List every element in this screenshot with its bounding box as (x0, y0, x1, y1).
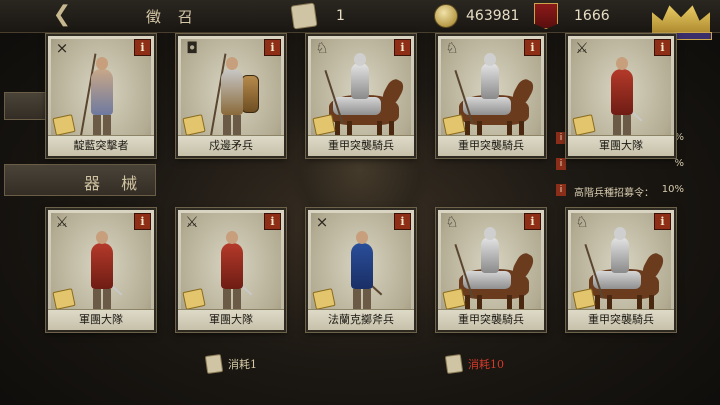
info-row: i 高階兵種招募令： 10% (556, 182, 690, 199)
cavalry-icon: ♘ (445, 213, 459, 231)
info-button[interactable]: i (524, 213, 541, 230)
info-button[interactable]: i (264, 213, 281, 230)
unit-name: 重甲突襲騎兵 (308, 135, 414, 156)
chevron-left-icon: ❮ (52, 2, 72, 27)
unit-card[interactable]: ⨯ i 法蘭克擲斧兵 (306, 208, 416, 332)
unit-card[interactable]: ♘ i 重甲突襲騎兵 (436, 34, 546, 158)
info-icon[interactable]: i (556, 184, 566, 196)
scroll-icon (290, 2, 318, 30)
gold-amount: 463981 (466, 8, 520, 24)
info-button[interactable]: i (524, 39, 541, 56)
honor-counter: 1666 (534, 3, 610, 29)
scroll-icon (444, 353, 464, 375)
banner-icon (534, 3, 558, 29)
crossbow-icon: ⨯ (315, 213, 329, 231)
cost-ten-label: 消耗10 (468, 358, 504, 371)
info-button[interactable]: i (264, 39, 281, 56)
unit-name: 戍邊矛兵 (178, 135, 284, 156)
info-button[interactable]: i (394, 39, 411, 56)
gold-counter: 463981 (434, 4, 519, 28)
page-title: 徵 召 (146, 8, 199, 26)
scroll-icon (204, 353, 224, 375)
unit-name: 軍團大隊 (568, 135, 674, 156)
info-icon[interactable]: i (556, 132, 566, 144)
info-row: i % (556, 156, 690, 172)
crossed-swords-icon: ⚔ (185, 213, 199, 231)
cost-ten: 消耗10 (444, 352, 504, 376)
scroll-counter: 1 (290, 2, 345, 30)
back-button[interactable]: ❮ (44, 4, 80, 28)
unit-card[interactable]: ♘ i 重甲突襲騎兵 (566, 208, 676, 332)
info-button[interactable]: i (134, 39, 151, 56)
unit-card[interactable]: ♘ i 重甲突襲騎兵 (306, 34, 416, 158)
shield-icon: ◘ (186, 39, 198, 57)
honor-amount: 1666 (574, 8, 610, 24)
crossed-swords-icon: ⚔ (55, 213, 69, 231)
cost-single: 消耗1 (204, 352, 257, 376)
scroll-count: 1 (336, 8, 345, 24)
info-button[interactable]: i (394, 213, 411, 230)
unit-card[interactable]: ⚔ i 軍團大隊 (46, 208, 156, 332)
info-button[interactable]: i (654, 213, 671, 230)
unit-name: 重甲突襲騎兵 (438, 135, 544, 156)
unit-name: 靛藍突擊者 (48, 135, 154, 156)
unit-name: 重甲突襲騎兵 (438, 309, 544, 330)
crossbow-icon: ⨯ (55, 39, 69, 57)
info-button[interactable]: i (654, 39, 671, 56)
cavalry-icon: ♘ (315, 39, 329, 57)
unit-card[interactable]: ⚔ i 軍團大隊 (566, 34, 676, 158)
unit-card[interactable]: ◘ i 戍邊矛兵 (176, 34, 286, 158)
unit-card[interactable]: ⨯ i 靛藍突擊者 (46, 34, 156, 158)
unit-card[interactable]: ♘ i 重甲突襲騎兵 (436, 208, 546, 332)
crossed-swords-icon: ⚔ (575, 39, 589, 57)
top-bar (0, 0, 720, 33)
cavalry-icon: ♘ (575, 213, 589, 231)
info-icon[interactable]: i (556, 158, 566, 170)
unit-name: 法蘭克擲斧兵 (308, 309, 414, 330)
info-button[interactable]: i (134, 213, 151, 230)
unit-name: 重甲突襲騎兵 (568, 309, 674, 330)
unit-card[interactable]: ⚔ i 軍團大隊 (176, 208, 286, 332)
cost-single-label: 消耗1 (228, 358, 257, 371)
coin-icon (434, 4, 458, 28)
cavalry-icon: ♘ (445, 39, 459, 57)
equipment-label: 器 械 (84, 174, 146, 193)
unit-name: 軍團大隊 (178, 309, 284, 330)
unit-name: 軍團大隊 (48, 309, 154, 330)
